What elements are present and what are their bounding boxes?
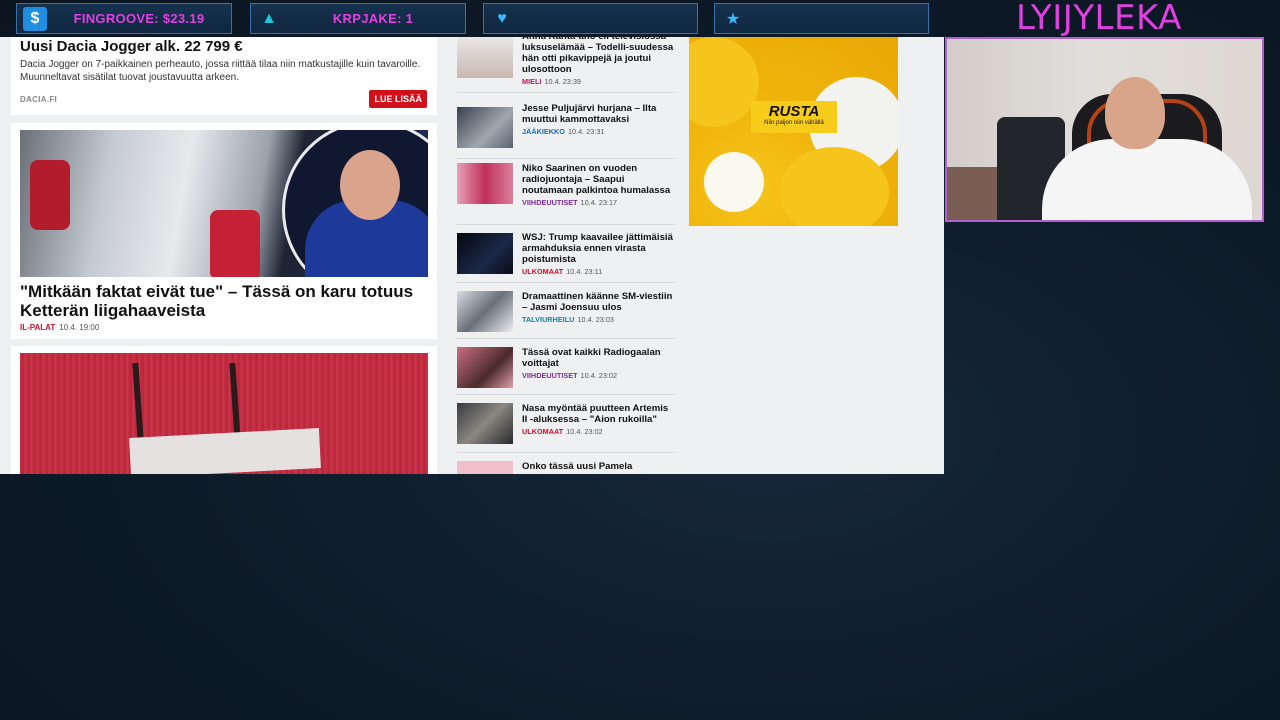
news-title[interactable]: Niko Saarinen on vuoden radiojuontaja – … [522,163,675,196]
news-time: 10.4. 23:11 [566,267,603,276]
news-title[interactable]: Jesse Puljujärvi hurjana – Ilta muuttui … [522,103,675,125]
news-category[interactable]: VIIHDEUUTISET [522,371,578,380]
list-item[interactable]: Anna Kanta-aho eli televisiossa luksusel… [457,37,675,93]
story-category[interactable]: IL-PALAT [20,323,55,332]
news-category[interactable]: MIELI [522,77,541,86]
news-category[interactable]: TALVIURHEILU [522,315,574,324]
alert-bar-bits: ▲ KRPJAKE: 1 [250,3,466,34]
ad-source: DACIA.FI [20,95,58,104]
news-thumbnail[interactable] [457,403,513,444]
news-thumbnail[interactable] [457,291,513,332]
star-icon: ★ [725,10,741,28]
alert-bar-subscribe: ★ [714,3,929,34]
news-time: 10.4. 23:02 [580,371,618,380]
browser-capture: Uusi Dacia Jogger alk. 22 799 € Dacia Jo… [0,37,944,474]
list-item[interactable]: WSJ: Trump kaavailee jättimäisiä armahdu… [457,225,675,283]
rusta-logo: RUSTA Niin paljon niin vähällä [751,101,837,133]
news-title[interactable]: Tässä ovat kaikki Radiogaalan voittajat [522,347,675,369]
webcam-feed [945,37,1264,222]
alert-text: KRPJAKE: 1 [332,11,414,26]
alert-text: FINGROOVE: $23.19 [73,11,205,26]
news-category[interactable]: ULKOMAAT [522,267,563,276]
alert-bar-donation: $ FINGROOVE: $23.19 [16,3,232,34]
story-image[interactable] [20,130,428,277]
ad-text: Dacia Jogger on 7-paikkainen perheauto, … [20,59,421,83]
story-headline[interactable]: "Mitkään faktat eivät tue" – Tässä on ka… [20,282,428,320]
streamer-name: LYIJYLEKA [1016,0,1182,38]
news-thumbnail[interactable] [457,107,513,148]
list-item[interactable]: Tässä ovat kaikki Radiogaalan voittajat … [457,339,675,395]
news-time: 10.4. 23:03 [577,315,614,324]
news-category[interactable]: JÄÄKIEKKO [522,127,565,136]
story-meta: IL-PALAT 10.4. 19:00 [20,323,428,332]
news-title[interactable]: Onko tässä uusi Pamela [522,461,675,472]
list-item[interactable]: Dramaattinen käänne SM-viestiin – Jasmi … [457,283,675,339]
news-time: 10.4. 23:39 [544,77,581,86]
news-time: 10.4. 23:17 [580,198,618,207]
news-title[interactable]: WSJ: Trump kaavailee jättimäisiä armahdu… [522,232,675,265]
news-category[interactable]: ULKOMAAT [522,427,563,436]
news-time: 10.4. 23:31 [567,127,605,136]
read-more-button[interactable]: LUE LISÄÄ [369,90,427,108]
dollar-icon: $ [23,6,47,31]
news-thumbnail[interactable] [457,233,513,274]
list-item[interactable]: Nasa myöntää puutteen Artemis II -alukse… [457,395,675,453]
list-item[interactable]: Onko tässä uusi Pamela [457,453,675,474]
story-card[interactable]: "Mitkään faktat eivät tue" – Tässä on ka… [11,123,437,339]
news-thumbnail[interactable] [457,461,513,474]
story-time: 10.4. 19:00 [59,323,100,332]
list-item[interactable]: Jesse Puljujärvi hurjana – Ilta muuttui … [457,103,675,159]
heart-icon: ♥ [497,9,507,27]
story-card[interactable] [11,346,437,474]
news-thumbnail[interactable] [457,347,513,388]
droplet-icon: ▲ [261,9,277,27]
list-item[interactable]: Niko Saarinen on vuoden radiojuontaja – … [457,159,675,225]
news-title[interactable]: Dramaattinen käänne SM-viestiin – Jasmi … [522,291,675,313]
story-image[interactable] [20,353,428,474]
news-title[interactable]: Anna Kanta-aho eli televisiossa luksusel… [522,37,675,75]
promo-brand: RUSTA [768,103,820,120]
promo-tagline: Niin paljon niin vähällä [764,120,824,126]
news-category[interactable]: VIIHDEUUTISET [522,198,578,207]
news-time: 10.4. 23:02 [566,427,603,436]
news-title[interactable]: Nasa myöntää puutteen Artemis II -alukse… [522,403,675,425]
news-thumbnail[interactable] [457,163,513,204]
ad-title[interactable]: Uusi Dacia Jogger alk. 22 799 € [20,38,428,55]
news-thumbnail[interactable] [457,37,513,78]
sponsored-card[interactable]: Uusi Dacia Jogger alk. 22 799 € Dacia Jo… [11,37,437,115]
alert-bar-follow: ♥ [483,3,698,34]
rusta-ad[interactable]: RUSTA Niin paljon niin vähällä [689,37,898,226]
